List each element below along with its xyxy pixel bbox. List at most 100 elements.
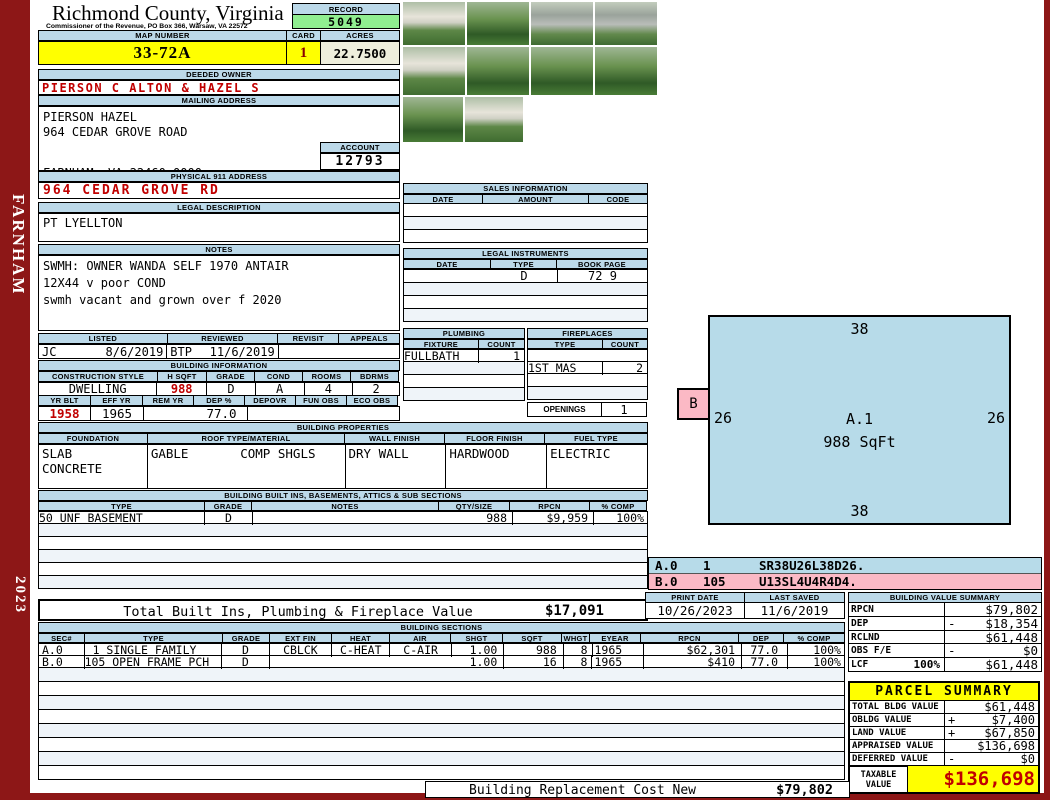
sec-dep-header: DEP [738, 633, 784, 643]
instrument-date-header: DATE [403, 259, 491, 269]
building-section-row: B.0 105 OPEN FRAME PCH D 1.00 16 8 1965 … [38, 654, 845, 669]
photo-thumbnail[interactable] [531, 47, 593, 95]
built-ins-table: TYPE GRADE NOTES QTY/SIZE RPCN % COMP 50… [38, 501, 648, 589]
replacement-cost-label: Building Replacement Cost New [469, 783, 696, 798]
legal-description-header: LEGAL DESCRIPTION [38, 202, 400, 213]
mailing-line-2: 964 CEDAR GROVE ROAD [43, 125, 188, 139]
floor-finish-value: HARDWOOD [446, 445, 548, 488]
parcel-summary: PARCEL SUMMARY TOTAL BLDG VALUE $61,448 … [848, 681, 1040, 794]
instrument-empty-row [403, 296, 648, 309]
foundation-line-1: SLAB [42, 446, 73, 461]
plumbing-empty-row [403, 375, 525, 388]
fireplaces-header: FIREPLACES [527, 328, 648, 339]
mailing-line-1: PIERSON HAZEL [43, 110, 137, 124]
record-box: RECORD 5049 [292, 3, 400, 29]
hsqft-header: H SQFT [157, 371, 207, 382]
section-empty-row [38, 766, 845, 780]
photo-thumbnail[interactable] [467, 47, 529, 95]
photo-thumbnail[interactable] [595, 2, 657, 45]
builtin-qty-header: QTY/SIZE [438, 501, 510, 511]
taxable-value-row: TAXABLE VALUE $136,698 [850, 766, 1038, 792]
sketch-code-string: SR38U26L38D26. [759, 558, 865, 573]
sales-empty-row [403, 204, 648, 217]
parcel-row-value: $136,698 [977, 739, 1035, 753]
photo-thumbnail[interactable] [403, 47, 465, 95]
parcel-row-op: + [948, 726, 956, 740]
sketch-codes: A.0 1 SR38U26L38D26. B.0 105 U13SL4U4R4D… [648, 557, 1042, 590]
sales-empty-row [403, 230, 648, 243]
sec-heat-header: HEAT [331, 633, 390, 643]
mailing-address-header: MAILING ADDRESS [38, 95, 400, 106]
fireplace-count: 2 [636, 360, 643, 375]
photo-thumbnail[interactable] [467, 2, 529, 45]
wall-finish-header: WALL FINISH [344, 433, 445, 444]
sketch-code-sec: A.0 [655, 558, 678, 573]
depovr-header: DEPOVR [244, 395, 296, 406]
bvs-label: RPCN [849, 603, 945, 616]
map-card-acres: MAP NUMBER CARD ACRES 33-72A 1 22.7500 [38, 30, 400, 65]
parcel-row-label: OBLDG VALUE [850, 714, 945, 726]
sec-sqft: 16 [504, 654, 564, 669]
fireplace-row: 1ST MAS 2 [527, 360, 648, 375]
instrument-type-header: TYPE [490, 259, 557, 269]
photo-thumbnail[interactable] [465, 97, 523, 142]
fixture-header: FIXTURE [403, 339, 479, 349]
photo-thumbnail[interactable] [403, 2, 465, 45]
sec-whgt: 8 [564, 654, 593, 669]
sec-eyear-header: EYEAR [589, 633, 641, 643]
sales-empty-row [403, 217, 648, 230]
sketch-code-num: 1 [703, 558, 711, 573]
right-border [1044, 0, 1050, 800]
bvs-value: $0 [1022, 643, 1038, 658]
last-saved-value: 11/6/2019 [744, 602, 845, 619]
sec-sqft-header: SQFT [502, 633, 562, 643]
notes-line-2: 12X44 v poor COND [43, 276, 166, 290]
building-information-header: BUILDING INFORMATION [38, 360, 400, 371]
legal-instruments-table: DATE TYPE BOOK PAGE D 72 9 [403, 259, 648, 322]
sketch-section-a-label: A.1 [845, 410, 874, 428]
parcel-row-op: + [948, 713, 956, 727]
notes-line-1: SWMH: OWNER WANDA SELF 1970 ANTAIR [43, 259, 289, 273]
grade-header: GRADE [206, 371, 255, 382]
builtin-total-row: Total Built Ins, Plumbing & Fireplace Va… [38, 599, 648, 621]
instrument-bookpage-header: BOOK PAGE [556, 259, 648, 269]
wall-finish-value: DRY WALL [346, 445, 447, 488]
bdrms-header: BDRMS [350, 371, 399, 382]
builtin-grade: D [205, 510, 253, 525]
instrument-empty-row [403, 283, 648, 296]
sketch-code-sec: B.0 [655, 574, 678, 589]
property-record-card: FARNHAM 2023 Richmond County, Virginia C… [0, 0, 1050, 800]
builtin-empty-row [38, 563, 648, 576]
parcel-row-op: - [948, 752, 956, 766]
year-label: 2023 [12, 576, 28, 614]
photo-thumbnail[interactable] [403, 97, 463, 142]
parcel-row-label: DEFERRED VALUE [850, 753, 945, 765]
photo-thumbnail[interactable] [531, 2, 593, 45]
sec-shgt: 1.00 [452, 654, 505, 669]
fireplaces-table: TYPE COUNT 1ST MAS 2 OPENINGS 1 [527, 339, 648, 417]
sec-comp-header: % COMP [783, 633, 845, 643]
sales-amount-header: AMOUNT [482, 194, 589, 204]
sec-shgt-header: SHGT [450, 633, 503, 643]
fireplace-empty-row [527, 374, 648, 387]
dep-pct-value: 77.0 [196, 406, 248, 421]
card-value: 1 [286, 41, 321, 65]
construction-style-header: CONSTRUCTION STYLE [38, 371, 158, 382]
notes-box: SWMH: OWNER WANDA SELF 1970 ANTAIR 12X44… [38, 255, 400, 331]
parcel-row-value: $67,850 [984, 726, 1035, 740]
section-empty-row [38, 724, 845, 738]
map-number-label: MAP NUMBER [38, 30, 287, 41]
listed-date: 8/6/2019 [105, 344, 164, 359]
fuel-type-header: FUEL TYPE [544, 433, 648, 444]
builtin-total-value: $17,091 [544, 603, 604, 619]
appeals-header: APPEALS [338, 333, 400, 344]
district-label: FARNHAM [9, 194, 28, 296]
record-label: RECORD [292, 3, 400, 15]
construction-style-value: DWELLING [39, 382, 158, 396]
sketch-code-string: U13SL4U4R4D4. [759, 574, 857, 589]
photo-thumbnail[interactable] [595, 47, 657, 95]
review-table: LISTED REVIEWED REVISIT APPEALS JC 8/6/2… [38, 333, 400, 359]
roof-material-value: COMP SHGLS [240, 446, 316, 461]
taxable-label: TAXABLE [860, 769, 897, 780]
listed-header: LISTED [38, 333, 168, 344]
